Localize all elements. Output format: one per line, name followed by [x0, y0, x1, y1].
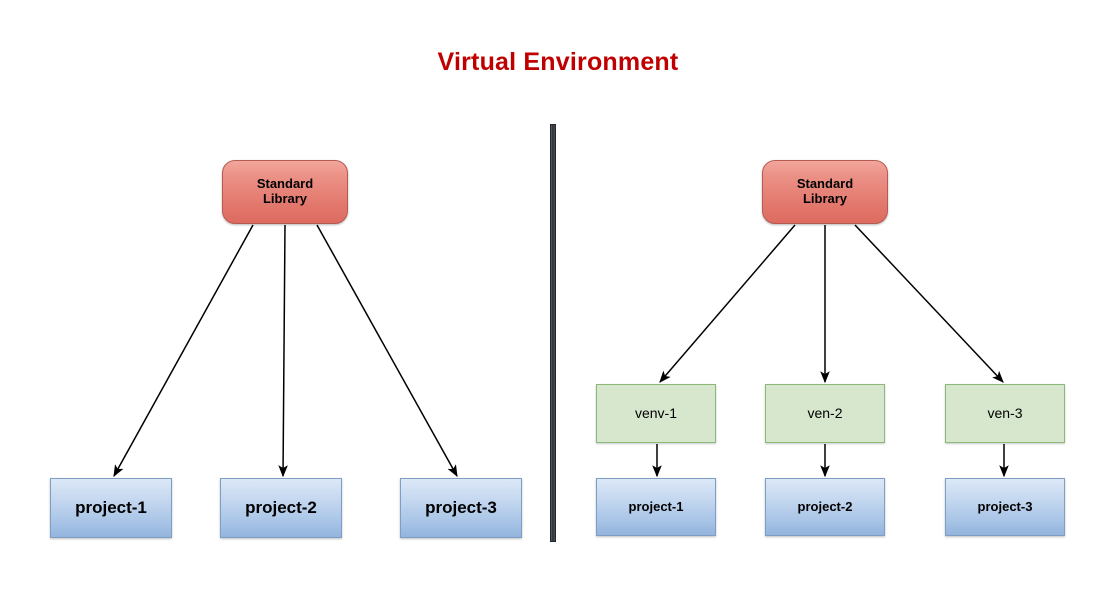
left-project-2-label: project-2	[245, 498, 317, 518]
edge-standard-library-to-venv-1	[659, 224, 796, 383]
venv-1-label: venv-1	[634, 405, 678, 422]
venv-1-node[interactable]: venv-1	[596, 384, 716, 443]
right-project-2-node[interactable]: project-2	[765, 478, 885, 536]
left-project-1-label: project-1	[75, 498, 147, 518]
page-title: Virtual Environment	[437, 48, 679, 76]
right-project-3-label: project-3	[977, 498, 1033, 514]
edge-standard-library-to-ven-3	[854, 224, 1004, 383]
vertical-separator	[550, 124, 556, 542]
left-standard-library-label: Standard Library	[256, 176, 314, 206]
venv-2-label: ven-2	[807, 405, 843, 422]
left-project-1-node[interactable]: project-1	[50, 478, 172, 538]
right-project-1-label: project-1	[628, 498, 684, 514]
right-project-3-node[interactable]: project-3	[945, 478, 1065, 536]
diagram-canvas: Virtual Environment Standard Library pro…	[0, 0, 1116, 589]
right-standard-library-label: Standard Library	[796, 176, 854, 206]
venv-3-node[interactable]: ven-3	[945, 384, 1065, 443]
edge-standard-library-to-project-2	[278, 224, 288, 478]
edge-standard-library-to-project-1	[113, 224, 254, 478]
left-project-3-node[interactable]: project-3	[400, 478, 522, 538]
left-project-3-label: project-3	[425, 498, 497, 518]
right-project-2-label: project-2	[797, 498, 853, 514]
left-standard-library-node[interactable]: Standard Library	[222, 160, 348, 224]
right-standard-library-node[interactable]: Standard Library	[762, 160, 888, 224]
right-project-1-node[interactable]: project-1	[596, 478, 716, 536]
venv-3-label: ven-3	[987, 405, 1023, 422]
left-project-2-node[interactable]: project-2	[220, 478, 342, 538]
venv-2-node[interactable]: ven-2	[765, 384, 885, 443]
edge-standard-library-to-project-3	[316, 224, 458, 478]
